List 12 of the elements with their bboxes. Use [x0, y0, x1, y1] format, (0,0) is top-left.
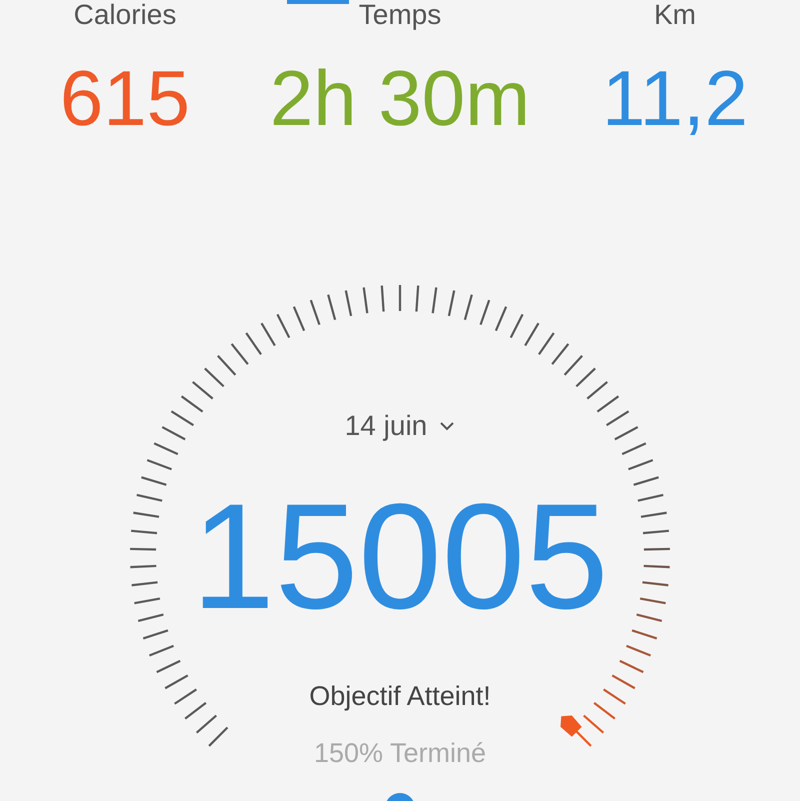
stat-label: Calories — [74, 0, 176, 30]
stat-value: 11,2 — [602, 56, 748, 140]
chevron-down-icon — [439, 421, 456, 431]
stat-value: 615 — [60, 56, 190, 140]
stat-value: 2h 30m — [270, 56, 530, 140]
stat-label: Km — [654, 0, 696, 30]
tab-indicator — [287, 0, 349, 4]
progress-text: 150% Terminé — [314, 737, 486, 770]
goal-status: Objectif Atteint! — [309, 680, 491, 713]
date-dropdown[interactable]: 14 juin — [340, 406, 460, 446]
step-count: 15005 — [191, 476, 609, 636]
stat-label: Temps — [358, 0, 442, 30]
